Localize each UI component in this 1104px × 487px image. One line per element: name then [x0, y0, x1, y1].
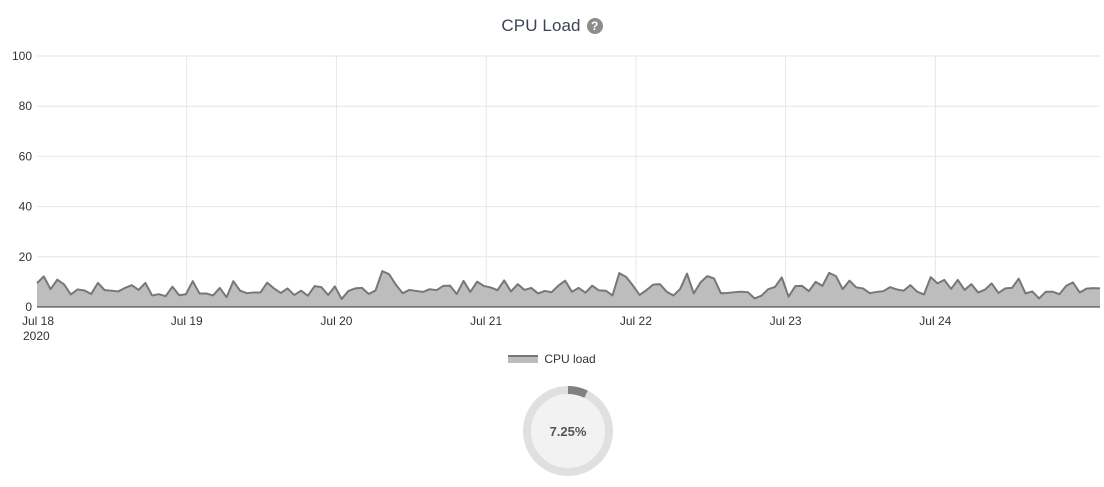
cpu-gauge: 7.25%	[523, 386, 613, 476]
x-tick-sublabel: 2020	[23, 329, 50, 343]
x-tick-label: Jul 18	[22, 314, 54, 328]
area-layer	[36, 270, 1101, 307]
x-tick-label: Jul 24	[919, 314, 951, 328]
x-tick-label: Jul 22	[620, 314, 652, 328]
grid-lines	[37, 55, 1100, 307]
y-tick-label: 40	[19, 200, 33, 214]
legend-swatch	[508, 355, 539, 363]
y-tick-label: 20	[19, 250, 33, 264]
x-tick-label: Jul 19	[171, 314, 203, 328]
gauge-value: 7.25%	[549, 423, 587, 439]
y-tick-label: 80	[19, 99, 33, 113]
x-tick-label: Jul 23	[770, 314, 802, 328]
x-tick-label: Jul 21	[470, 314, 502, 328]
legend-label: CPU load	[544, 352, 596, 366]
y-tick-label: 0	[25, 300, 32, 314]
legend[interactable]: CPU load	[0, 350, 1104, 368]
y-tick-label: 100	[12, 49, 32, 63]
cpu-load-chart: 0 20 40 60 80 100 Jul 182020 Jul 19 Jul 20 Jul 21…	[12, 49, 1101, 343]
y-tick-label: 60	[19, 149, 33, 163]
x-tick-label: Jul 20	[320, 314, 352, 328]
